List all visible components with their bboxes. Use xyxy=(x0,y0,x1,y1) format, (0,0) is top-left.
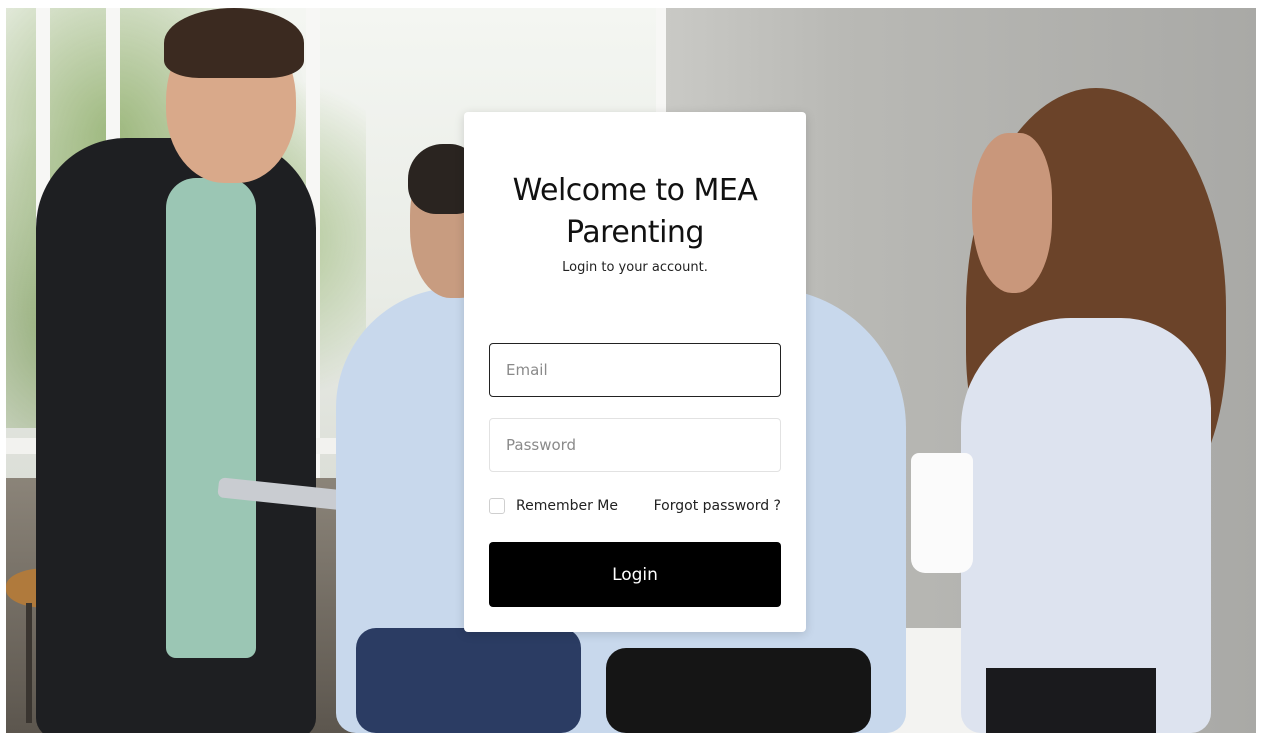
person-right-pants xyxy=(986,668,1156,733)
person-center-jeans xyxy=(356,628,581,733)
login-button[interactable]: Login xyxy=(489,542,781,607)
login-title: Welcome to MEA Parenting xyxy=(512,173,758,250)
person-left-hair xyxy=(164,8,304,78)
login-page: Welcome to MEA Parenting Login to your a… xyxy=(6,8,1256,733)
password-field[interactable] xyxy=(489,418,781,472)
remember-me-label: Remember Me xyxy=(516,498,618,514)
remember-me[interactable]: Remember Me xyxy=(489,494,618,518)
login-card: Welcome to MEA Parenting Login to your a… xyxy=(464,112,806,632)
login-subtitle: Login to your account. xyxy=(562,260,708,275)
remember-me-checkbox[interactable] xyxy=(489,498,505,514)
stool-leg xyxy=(26,603,32,723)
person-left-shirt xyxy=(166,178,256,658)
forgot-password-link[interactable]: Forgot password ? xyxy=(654,494,781,518)
person-seated-trousers xyxy=(606,648,871,733)
person-right-face xyxy=(972,133,1052,293)
email-field[interactable] xyxy=(489,343,781,397)
coffee-mug xyxy=(911,453,973,573)
